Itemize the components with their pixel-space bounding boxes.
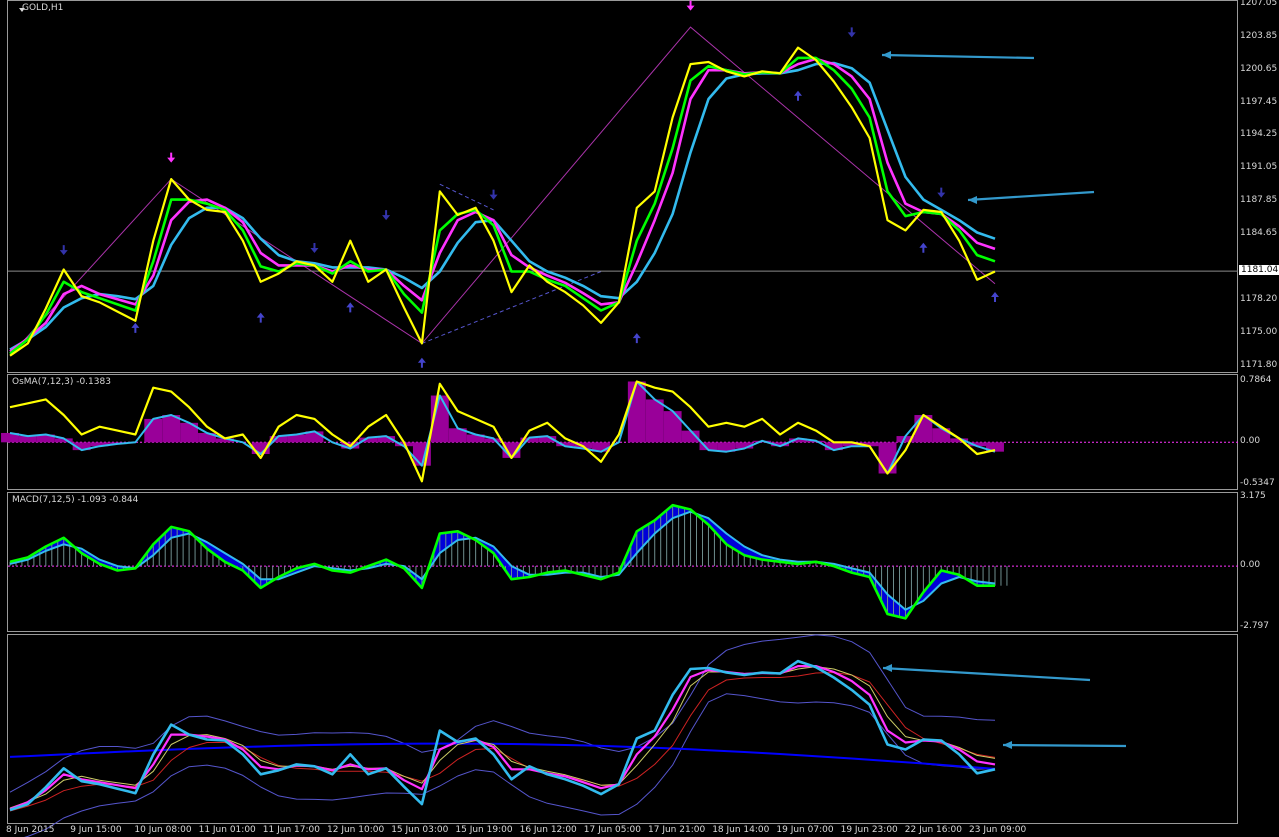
price-tick-label: 1187.85 — [1240, 195, 1278, 206]
price-tick-label: 1191.05 — [1240, 162, 1278, 173]
time-tick-label: 19 Jun 07:00 — [776, 825, 834, 835]
price-tick-label: 1194.25 — [1240, 129, 1278, 140]
macd-tick-label: -2.797 — [1240, 621, 1270, 631]
price-tick-label: 1197.45 — [1240, 96, 1278, 107]
price-line — [9, 46, 996, 357]
osma-tick-label: 0.00 — [1240, 436, 1261, 447]
fractal-down-arrow — [847, 27, 856, 38]
time-tick-label: 9 Jun 15:00 — [70, 825, 122, 835]
annotation-arrow — [967, 190, 1095, 202]
fractal-down-arrow — [937, 187, 946, 198]
osma-histogram-bar — [878, 442, 897, 474]
price-tick-label: 1171.80 — [1240, 360, 1278, 370]
fractal-up-arrow — [794, 90, 802, 101]
fractal-down-arrow — [382, 210, 391, 221]
mid-ma-line — [9, 57, 996, 353]
macd-tick-label: 0.00 — [1240, 560, 1261, 571]
price-tick-label: 1184.65 — [1240, 228, 1278, 239]
slow-ma-line — [9, 61, 996, 351]
time-tick-label: 17 Jun 21:00 — [648, 825, 706, 835]
time-tick-label: 16 Jun 12:00 — [519, 825, 577, 835]
time-tick-label: 12 Jun 10:00 — [327, 825, 385, 835]
time-tick-label: 11 Jun 17:00 — [262, 825, 320, 835]
osma-tick-label: -0.5347 — [1240, 478, 1275, 488]
fractal-up-arrow — [919, 242, 928, 253]
current-price-tag: 1181.04 — [1239, 265, 1279, 276]
annotation-arrow — [1002, 743, 1127, 748]
osma-histogram-bar — [144, 418, 163, 443]
fractal-up-arrow — [991, 292, 999, 303]
zigzag-line — [9, 26, 996, 357]
time-tick-label: 18 Jun 14:00 — [712, 825, 770, 835]
time-tick-label: 22 Jun 16:00 — [904, 825, 962, 835]
time-tick-label: 8 Jun 2015 — [6, 825, 55, 835]
annotation-arrow-head — [882, 51, 891, 59]
time-tick-label: 11 Jun 01:00 — [198, 825, 256, 835]
annotation-arrow — [882, 666, 1091, 682]
macd-cloud — [10, 505, 995, 619]
fractal-up-arrow — [256, 312, 265, 323]
time-tick-label: 15 Jun 19:00 — [455, 825, 513, 835]
osma-histogram-bar — [663, 411, 682, 443]
annotation-arrow-head — [968, 196, 977, 204]
price-tick-label: 1203.85 — [1240, 30, 1278, 41]
fractal-up-arrow — [632, 333, 641, 344]
fractal-down-arrow — [489, 189, 498, 200]
fractal-down-arrow — [686, 0, 695, 11]
osma-histogram-bar — [162, 415, 181, 443]
fractal-up-arrow — [346, 302, 355, 313]
price-tick-label: 1207.05 — [1240, 0, 1278, 8]
price-tick-label: 1200.65 — [1240, 63, 1278, 74]
osma-histogram-bar — [627, 381, 646, 443]
chart-canvas — [1, 0, 1238, 837]
osma-tick-label: 0.7864 — [1240, 375, 1272, 385]
dashed-trend-line — [439, 183, 494, 211]
time-tick-label: 17 Jun 05:00 — [583, 825, 641, 835]
chart-window: GOLD,H1 OsMA(7,12,3) -0.1383 MACD(7,12,5… — [0, 0, 1279, 837]
fractal-up-arrow — [131, 322, 140, 333]
time-tick-label: 19 Jun 23:00 — [840, 825, 898, 835]
price-tick-label: 1175.00 — [1240, 327, 1278, 338]
time-tick-label: 10 Jun 08:00 — [134, 825, 192, 835]
osma-histogram-bar — [645, 399, 664, 443]
fractal-down-arrow — [59, 245, 68, 256]
time-tick-label: 15 Jun 03:00 — [391, 825, 449, 835]
fractal-down-arrow — [310, 243, 319, 254]
fractal-down-arrow — [167, 152, 176, 163]
price-tick-label: 1178.20 — [1240, 294, 1278, 305]
annotation-arrow — [881, 53, 1035, 60]
fractal-up-arrow — [417, 357, 426, 368]
macd-tick-label: 3.175 — [1240, 491, 1266, 501]
annotation-arrow-head — [883, 664, 892, 672]
annotation-arrow-head — [1003, 741, 1012, 749]
red-ma-line — [9, 672, 996, 812]
time-tick-label: 23 Jun 09:00 — [969, 825, 1027, 835]
